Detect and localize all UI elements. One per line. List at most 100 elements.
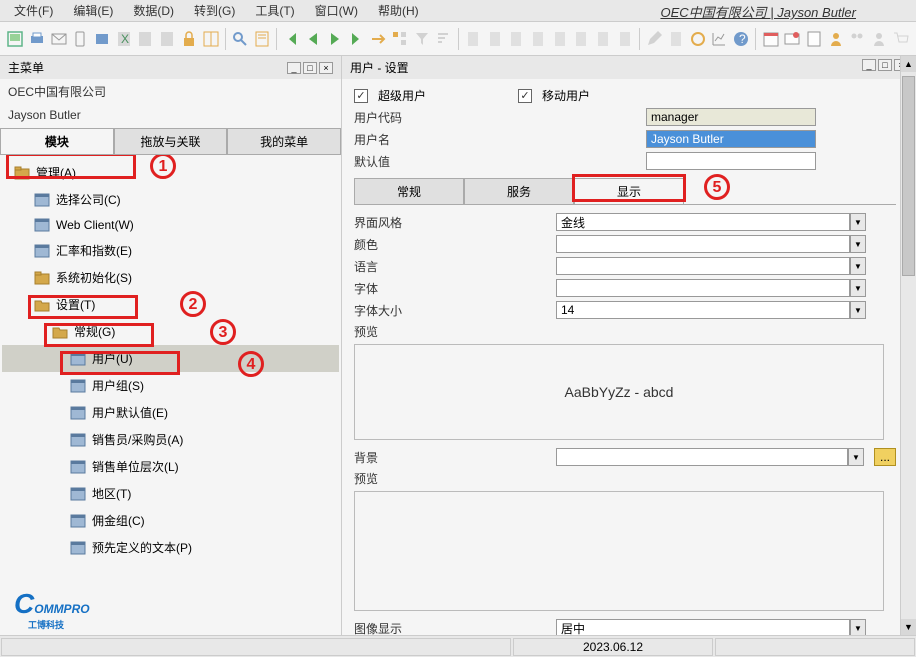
tree-general[interactable]: 常规(G)	[2, 318, 339, 345]
enter-icon[interactable]	[369, 29, 388, 49]
menu-data[interactable]: 数据(D)	[123, 0, 184, 21]
tree-exchange[interactable]: 汇率和指数(E)	[2, 237, 339, 264]
tab-modules[interactable]: 模块	[0, 128, 114, 154]
menu-window[interactable]: 窗口(W)	[305, 0, 368, 21]
group-icon[interactable]	[848, 29, 867, 49]
doc5-icon[interactable]	[550, 29, 569, 49]
first-icon[interactable]	[282, 29, 301, 49]
tab-dragdrop[interactable]: 拖放与关联	[114, 128, 228, 154]
sms-icon[interactable]	[71, 29, 90, 49]
partner-icon[interactable]	[826, 29, 845, 49]
left-max-icon[interactable]: □	[303, 62, 317, 74]
lock-icon[interactable]	[180, 29, 199, 49]
tree-web-client[interactable]: Web Client(W)	[2, 213, 339, 237]
form-icon[interactable]	[253, 29, 272, 49]
new-icon[interactable]	[667, 29, 686, 49]
tree-salesbuyer[interactable]: 销售员/采购员(A)	[2, 426, 339, 453]
chevron-down-icon[interactable]: ▼	[850, 235, 866, 253]
combo-imgdisp[interactable]	[556, 619, 850, 635]
cal-icon[interactable]	[761, 29, 780, 49]
chevron-down-icon[interactable]: ▼	[850, 279, 866, 297]
settings-icon[interactable]	[688, 29, 707, 49]
subtab-service[interactable]: 服务	[464, 178, 574, 204]
tree-userdefaults[interactable]: 用户默认值(E)	[2, 399, 339, 426]
tree-admin[interactable]: 管理(A)	[2, 159, 339, 186]
chevron-down-icon[interactable]: ▼	[850, 257, 866, 275]
tab-mymenu[interactable]: 我的菜单	[227, 128, 341, 154]
chevron-down-icon[interactable]: ▼	[850, 213, 866, 231]
prev-icon[interactable]	[304, 29, 323, 49]
preview-icon[interactable]	[6, 29, 25, 49]
tree-saleshier[interactable]: 销售单位层次(L)	[2, 453, 339, 480]
right-max-icon[interactable]: □	[878, 59, 892, 71]
menu-help[interactable]: 帮助(H)	[368, 0, 429, 21]
chevron-down-icon[interactable]: ▼	[848, 448, 864, 466]
menu-goto[interactable]: 转到(G)	[184, 0, 245, 21]
combo-color[interactable]	[556, 235, 850, 253]
chevron-down-icon[interactable]: ▼	[850, 619, 866, 635]
doc4-icon[interactable]	[529, 29, 548, 49]
tree-commgroup[interactable]: 佣金组(C)	[2, 507, 339, 534]
menu-file[interactable]: 文件(F)	[4, 0, 63, 21]
cb-superuser-label: 超级用户	[378, 87, 426, 104]
scrollbar[interactable]: ▲ ▼	[900, 56, 916, 635]
last-icon[interactable]	[347, 29, 366, 49]
tree-choose-company[interactable]: 选择公司(C)	[2, 186, 339, 213]
tree-usergroups[interactable]: 用户组(S)	[2, 372, 339, 399]
input-usercode[interactable]	[646, 108, 816, 126]
tree-setup[interactable]: 设置(T)	[2, 291, 339, 318]
scroll-down-icon[interactable]: ▼	[901, 619, 916, 635]
layout-icon[interactable]	[201, 29, 220, 49]
edit-icon[interactable]	[645, 29, 664, 49]
cart-icon[interactable]	[892, 29, 911, 49]
combo-fontsize[interactable]	[556, 301, 850, 319]
combo-bg[interactable]	[556, 448, 848, 466]
doc1-icon[interactable]	[464, 29, 483, 49]
menu-edit[interactable]: 编辑(E)	[63, 0, 123, 21]
right-min-icon[interactable]: _	[862, 59, 876, 71]
fax-icon[interactable]	[93, 29, 112, 49]
mail-icon[interactable]	[49, 29, 68, 49]
tree-sysinit[interactable]: 系统初始化(S)	[2, 264, 339, 291]
excel-icon[interactable]: X	[114, 29, 133, 49]
combo-style[interactable]	[556, 213, 850, 231]
combo-lang[interactable]	[556, 257, 850, 275]
left-close-icon[interactable]: ×	[319, 62, 333, 74]
filter-icon[interactable]	[412, 29, 431, 49]
browse-button[interactable]: ...	[874, 448, 896, 466]
tree-predeftext[interactable]: 预先定义的文本(P)	[2, 534, 339, 561]
print-icon[interactable]	[28, 29, 47, 49]
input-default[interactable]	[646, 152, 816, 170]
inbox-icon[interactable]	[783, 29, 802, 49]
subtab-general[interactable]: 常规	[354, 178, 464, 204]
task-icon[interactable]	[805, 29, 824, 49]
menu-tools[interactable]: 工具(T)	[245, 0, 304, 21]
input-username[interactable]	[646, 130, 816, 148]
subtab-display[interactable]: 显示	[574, 178, 684, 204]
help-icon[interactable]: ?	[732, 29, 751, 49]
sort-icon[interactable]	[434, 29, 453, 49]
window-icon	[70, 514, 86, 528]
user-icon[interactable]	[870, 29, 889, 49]
doc6-icon[interactable]	[572, 29, 591, 49]
scroll-thumb[interactable]	[902, 76, 915, 276]
tree-region[interactable]: 地区(T)	[2, 480, 339, 507]
doc2-icon[interactable]	[485, 29, 504, 49]
tree-icon[interactable]	[391, 29, 410, 49]
cb-mobileuser[interactable]	[518, 89, 532, 103]
scroll-up-icon[interactable]: ▲	[901, 56, 916, 72]
tree-label: Web Client(W)	[56, 218, 134, 232]
word-icon[interactable]	[136, 29, 155, 49]
left-min-icon[interactable]: _	[287, 62, 301, 74]
chevron-down-icon[interactable]: ▼	[850, 301, 866, 319]
combo-font[interactable]	[556, 279, 850, 297]
cb-superuser[interactable]	[354, 89, 368, 103]
doc8-icon[interactable]	[615, 29, 634, 49]
pdf-icon[interactable]	[158, 29, 177, 49]
doc7-icon[interactable]	[594, 29, 613, 49]
next-icon[interactable]	[326, 29, 345, 49]
doc3-icon[interactable]	[507, 29, 526, 49]
graph-icon[interactable]	[710, 29, 729, 49]
tree-users[interactable]: 用户(U)	[2, 345, 339, 372]
find-icon[interactable]	[231, 29, 250, 49]
